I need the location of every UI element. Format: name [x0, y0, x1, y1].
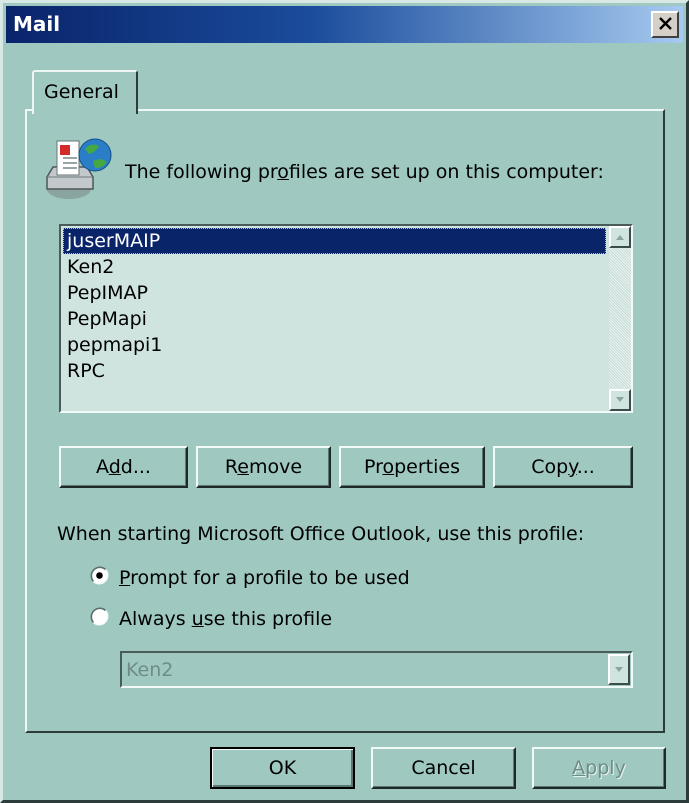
scroll-down-arrow-icon — [616, 397, 624, 402]
remove-button-text: R — [224, 456, 238, 478]
profile-list-item[interactable]: juserMAIP — [63, 228, 606, 254]
profile-list-item[interactable]: PepIMAP — [63, 280, 606, 306]
profile-properties-button[interactable]: Properties — [339, 446, 485, 488]
profile-list-scrollbar[interactable] — [609, 226, 631, 411]
remove-profile-button[interactable]: Remove — [196, 446, 331, 488]
copy-button-text: Cop — [531, 456, 569, 478]
properties-button-text: Pr — [363, 456, 383, 478]
radio-checked-icon[interactable] — [90, 566, 109, 585]
combo-dropdown-arrow-icon — [615, 667, 623, 672]
always-option-rest: se this profile — [203, 608, 333, 630]
title-bar[interactable]: Mail — [6, 6, 683, 43]
radio-unchecked-icon[interactable] — [90, 607, 109, 626]
profiles-label-accel: o — [277, 161, 289, 183]
profiles-label: The following profiles are set up on thi… — [125, 161, 604, 183]
remove-button-rest: move — [248, 456, 303, 478]
always-option-text: Always — [119, 608, 192, 630]
ok-button[interactable]: OK — [210, 747, 355, 789]
add-button-rest: d... — [120, 456, 151, 478]
copy-profile-button[interactable]: Copy... — [493, 446, 633, 488]
prompt-option-label: rompt for a profile to be used — [130, 567, 410, 589]
startup-profile-label: When starting Microsoft Office Outlook, … — [57, 523, 585, 545]
close-button[interactable] — [651, 11, 679, 38]
add-button-accel: d — [108, 456, 121, 478]
prompt-option-accel: P — [119, 567, 131, 589]
add-profile-button[interactable]: Add... — [59, 446, 188, 488]
apply-button-rest: pply — [585, 757, 626, 779]
profile-list-item[interactable]: pepmapi1 — [63, 332, 606, 358]
profile-list-item[interactable]: PepMapi — [63, 306, 606, 332]
scroll-up-button[interactable] — [609, 226, 631, 248]
window-title: Mail — [13, 12, 61, 36]
profile-select-value: Ken2 — [126, 659, 174, 681]
mail-profiles-icon — [46, 138, 112, 199]
scroll-down-button[interactable] — [609, 389, 631, 411]
profile-select[interactable]: Ken2 — [120, 651, 633, 688]
profile-select-dropdown-button[interactable] — [608, 654, 630, 685]
mail-dialog: Mail General The following profiles are … — [0, 0, 689, 803]
add-button-text: A — [96, 456, 109, 478]
profile-list-item[interactable]: RPC — [63, 358, 606, 384]
profile-list-items: juserMAIP Ken2 PepIMAP PepMapi pepmapi1 … — [63, 228, 606, 384]
tab-panel-general — [25, 109, 665, 733]
apply-button-accel: A — [572, 757, 586, 779]
profile-list-item[interactable]: Ken2 — [63, 254, 606, 280]
remove-button-accel: e — [237, 456, 249, 478]
properties-button-accel: o — [382, 456, 395, 478]
copy-button-accel: y — [568, 456, 577, 478]
cancel-button[interactable]: Cancel — [371, 747, 516, 789]
profiles-label-text: The following pr — [125, 161, 278, 183]
profile-list[interactable]: juserMAIP Ken2 PepIMAP PepMapi pepmapi1 … — [59, 224, 633, 413]
always-use-profile-option[interactable]: Always use this profile — [119, 608, 332, 630]
scroll-up-arrow-icon — [616, 235, 624, 240]
prompt-profile-option[interactable]: Prompt for a profile to be used — [119, 567, 410, 589]
always-option-accel: u — [191, 608, 204, 630]
tab-general[interactable]: General — [32, 70, 138, 114]
close-icon — [659, 17, 672, 30]
properties-button-rest: perties — [394, 456, 461, 478]
copy-button-rest: ... — [576, 456, 595, 478]
tab-general-label: General — [44, 81, 119, 103]
apply-button[interactable]: Apply — [532, 747, 666, 789]
profiles-label-rest: files are set up on this computer: — [288, 161, 604, 183]
